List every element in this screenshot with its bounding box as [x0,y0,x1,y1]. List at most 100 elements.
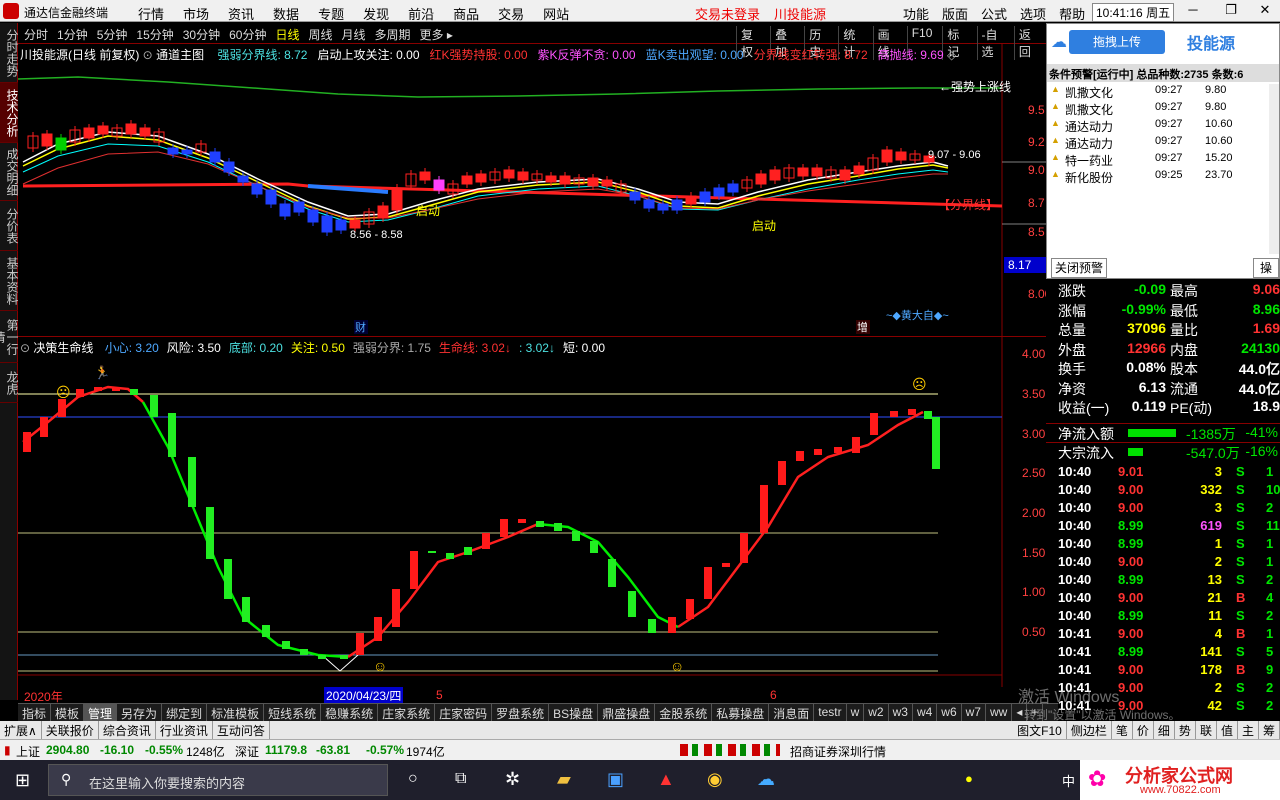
cloud-app-icon[interactable]: ☁ [757,769,775,790]
bottom-tab-2[interactable]: 管理 [84,704,118,721]
menu-8[interactable]: 交易 [498,4,524,23]
bottom-tab-0[interactable]: 指标 [18,704,52,721]
period-tab-10[interactable]: 更多 ▸ [420,26,453,43]
period-tab-0[interactable]: 分时 [24,26,48,43]
close-icon[interactable]: ✕ [1254,2,1276,20]
menu-2[interactable]: 资讯 [228,4,254,23]
info-tab-2[interactable]: 综合资讯 [99,721,156,739]
bottom-tab-11[interactable]: BS操盘 [549,704,599,721]
period-tab-1[interactable]: 1分钟 [57,26,88,43]
decision-lifeline-chart[interactable]: ⊙ 决策生命线 小心: 3.20 风险: 3.50 底部: 0.20 关注: 0.50… [18,336,1056,689]
period-tab-6[interactable]: 日线 [275,26,299,43]
bottom-tab-19[interactable]: w3 [889,704,913,721]
side-tab-5[interactable]: 势 [1175,721,1196,739]
bottom-tab-18[interactable]: w2 [864,704,889,721]
left-tab-1[interactable]: 技术分析 [0,83,19,143]
task-view-icon[interactable]: ⧉ [455,770,466,788]
menu-4[interactable]: 专题 [318,4,344,23]
alert-row[interactable]: ▲ 特一药业 09:27 15.20 [1047,152,1267,169]
scrollbar[interactable] [1269,84,1279,254]
alert-row[interactable]: ▲ 凯撒文化 09:27 9.80 [1047,84,1267,101]
left-tab-0[interactable]: 分时走势 [0,23,19,83]
left-tab-3[interactable]: 分价表 [0,201,19,251]
menu-6[interactable]: 前沿 [408,4,434,23]
menu-9[interactable]: 网站 [543,4,569,23]
right-menu-1[interactable]: 版面 [942,4,968,23]
right-menu-4[interactable]: 帮助 [1059,4,1085,23]
cortana-icon[interactable]: ○ [408,770,418,788]
alert-row[interactable]: ▲ 通达动力 09:27 10.60 [1047,118,1267,135]
bottom-tab-20[interactable]: w4 [913,704,938,721]
info-tab-1[interactable]: 关联报价 [42,721,99,739]
period-tab-8[interactable]: 月线 [342,26,366,43]
bottom-tab-7[interactable]: 稳赚系统 [321,704,379,721]
left-tab-6[interactable]: 龙虎 [0,363,19,403]
alert-row[interactable]: ▲ 通达动力 09:27 10.60 [1047,135,1267,152]
side-tab-9[interactable]: 筹 [1259,721,1280,739]
side-tab-1[interactable]: 侧边栏 [1067,721,1112,739]
bottom-tab-21[interactable]: w6 [937,704,962,721]
menu-0[interactable]: 行情 [138,4,164,23]
bottom-tab-5[interactable]: 标准模板 [207,704,265,721]
bottom-tab-13[interactable]: 金股系统 [655,704,713,721]
restore-icon[interactable]: ❐ [1220,2,1242,20]
bottom-tab-3[interactable]: 另存为 [117,704,163,721]
sz-name[interactable]: 深证 [235,743,259,760]
period-tab-2[interactable]: 5分钟 [97,26,128,43]
period-tab-3[interactable]: 15分钟 [136,26,173,43]
left-tab-5[interactable]: 第一行情 [0,311,19,363]
bottom-tab-8[interactable]: 庄家系统 [378,704,436,721]
login-warning[interactable]: 交易未登录 [695,4,760,23]
period-tab-7[interactable]: 周线 [308,26,332,43]
menu-7[interactable]: 商品 [453,4,479,23]
period-tab-9[interactable]: 多周期 [375,26,411,43]
menu-3[interactable]: 数据 [273,4,299,23]
bottom-tab-12[interactable]: 鼎盛操盘 [598,704,656,721]
increase-marker[interactable]: 增 [857,320,868,334]
operate-button[interactable]: 操 [1253,258,1279,278]
side-tab-4[interactable]: 细 [1154,721,1175,739]
side-tab-7[interactable]: 值 [1217,721,1238,739]
side-tab-8[interactable]: 主 [1238,721,1259,739]
side-tab-0[interactable]: 图文F10 [1013,721,1067,739]
store-icon[interactable]: ▣ [607,769,624,790]
info-tab-0[interactable]: 扩展∧ [0,721,42,739]
bottom-tab-6[interactable]: 短线系统 [264,704,322,721]
chrome-icon[interactable]: ◉ [707,769,723,790]
left-tab-2[interactable]: 成交明细 [0,143,19,201]
menu-5[interactable]: 发现 [363,4,389,23]
period-tab-4[interactable]: 30分钟 [183,26,220,43]
right-menu-3[interactable]: 选项 [1020,4,1046,23]
bottom-tab-14[interactable]: 私募操盘 [712,704,770,721]
bottom-tab-4[interactable]: 绑定到 [162,704,208,721]
period-tab-5[interactable]: 60分钟 [229,26,266,43]
minimize-icon[interactable]: ─ [1182,2,1204,20]
folder-icon[interactable]: ▰ [557,769,571,790]
bottom-tab-1[interactable]: 模板 [51,704,85,721]
left-tab-4[interactable]: 基本资料 [0,251,19,311]
taskbar-search[interactable]: ⚲ 在这里输入你要搜索的内容 [48,764,388,796]
bottom-tab-23[interactable]: ww [986,704,1013,721]
bottom-tab-22[interactable]: w7 [962,704,986,721]
side-tab-2[interactable]: 笔 [1112,721,1133,739]
tdx-app-icon[interactable]: ▲ [657,769,675,790]
info-tab-3[interactable]: 行业资讯 [156,721,213,739]
bottom-tab-15[interactable]: 消息面 [769,704,815,721]
alert-row[interactable]: ▲ 凯撒文化 09:27 9.80 [1047,101,1267,118]
broker-label[interactable]: 招商证券深圳行情 [790,743,886,760]
alert-row[interactable]: ▲ 新化股份 09:25 23.70 [1047,169,1267,186]
right-menu-2[interactable]: 公式 [981,4,1007,23]
menu-1[interactable]: 市场 [183,4,209,23]
app-icon[interactable]: ✲ [505,769,520,790]
side-tab-6[interactable]: 联 [1196,721,1217,739]
right-menu-0[interactable]: 功能 [903,4,929,23]
bottom-tab-17[interactable]: w [847,704,865,721]
upload-button[interactable]: 拖拽上传 [1069,30,1165,54]
tray-icon[interactable]: ● [965,771,973,786]
finance-marker[interactable]: 财 [355,320,366,334]
ime-label[interactable]: 中 [1062,771,1075,790]
main-kline-chart[interactable]: 川投能源(日线 前复权) ⊙ 通道主图 强弱分界线: 8.72 启动上攻关注: 0… [18,44,1056,336]
sh-name[interactable]: 上证 [16,743,40,760]
windows-start-icon[interactable]: ⊞ [15,770,30,791]
info-tab-4[interactable]: 互动问答 [213,721,270,739]
